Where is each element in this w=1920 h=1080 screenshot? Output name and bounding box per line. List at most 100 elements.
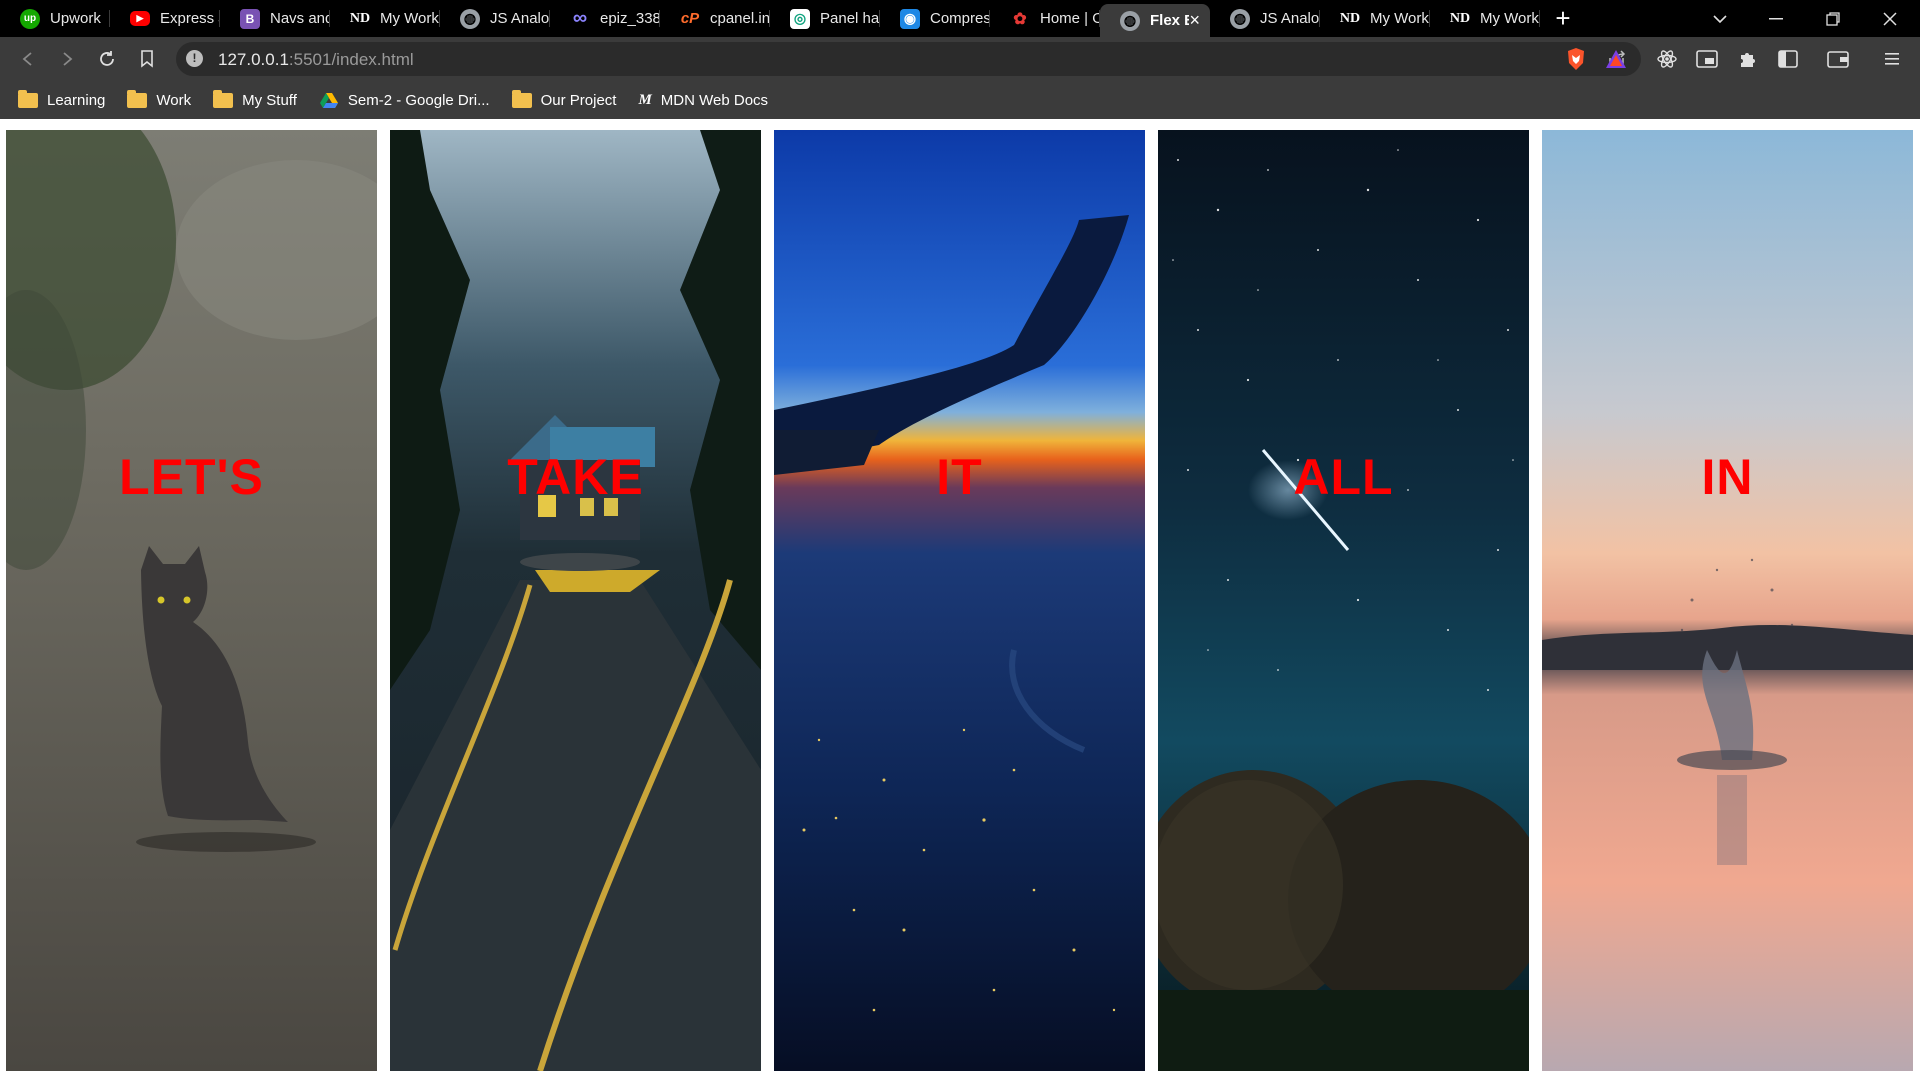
night-road-cabin-photo bbox=[390, 130, 761, 1071]
tab-label: Express JS bbox=[160, 10, 220, 27]
tab-navs[interactable]: B Navs and bbox=[220, 0, 330, 37]
bookmark-label: Work bbox=[156, 92, 192, 109]
tab-js-analog[interactable]: ◍ JS Analog bbox=[440, 0, 550, 37]
bookmark-learning[interactable]: Learning bbox=[18, 90, 106, 109]
browser-toolbar: ! 127.0.0.1:5501/index.html bbox=[0, 37, 1920, 82]
tab-search-chevron-icon[interactable] bbox=[1692, 0, 1748, 37]
tab-label: My Work| bbox=[380, 10, 440, 27]
bookmark-my-stuff[interactable]: My Stuff bbox=[213, 90, 297, 109]
panel-lets: LET'S bbox=[6, 130, 377, 1071]
globe-icon: ◍ bbox=[460, 8, 480, 29]
bookmark-our-project[interactable]: Our Project bbox=[511, 90, 617, 109]
starry-sky-hay-bales-photo bbox=[1158, 130, 1529, 1071]
folder-icon bbox=[18, 90, 38, 108]
panel-word: TAKE bbox=[507, 449, 644, 505]
bookmark-label: Our Project bbox=[540, 92, 617, 109]
tab-js-analog-2[interactable]: ◍ JS Analog bbox=[1210, 0, 1320, 37]
bookmark-label: Learning bbox=[47, 92, 106, 109]
tab-panel-han[interactable]: ◎ Panel han bbox=[770, 0, 880, 37]
panel-word: LET'S bbox=[119, 449, 264, 505]
new-tab-button[interactable]: + bbox=[1540, 3, 1586, 34]
brave-shields-icon[interactable] bbox=[1563, 46, 1589, 72]
tab-label: My Work| bbox=[1370, 10, 1430, 27]
bookmark-icon[interactable] bbox=[132, 44, 162, 74]
panel-it: IT bbox=[774, 130, 1145, 1071]
picture-in-picture-icon[interactable] bbox=[1694, 46, 1720, 72]
back-button[interactable] bbox=[13, 44, 43, 74]
reload-button[interactable] bbox=[92, 44, 122, 74]
tab-upwork[interactable]: up Upwork bbox=[0, 0, 110, 37]
react-devtools-icon[interactable] bbox=[1654, 46, 1680, 72]
tab-my-work-2[interactable]: ND My Work| bbox=[1320, 0, 1430, 37]
bookmark-label: My Stuff bbox=[242, 92, 297, 109]
site-info-icon[interactable]: ! bbox=[186, 50, 203, 67]
upwork-icon: up bbox=[20, 8, 40, 29]
tab-label: JS Analog bbox=[490, 10, 550, 27]
mdn-icon: M bbox=[638, 92, 652, 108]
url-path: :5501/index.html bbox=[288, 50, 414, 69]
bookmark-label: MDN Web Docs bbox=[660, 92, 769, 109]
minimize-button[interactable] bbox=[1748, 0, 1804, 37]
tab-home[interactable]: ✿ Home | Or bbox=[990, 0, 1100, 37]
infinity-icon: ∞ bbox=[572, 7, 588, 29]
tab-label: My Work| bbox=[1480, 10, 1540, 27]
panel-take: TAKE bbox=[390, 130, 761, 1071]
tab-label: Compress bbox=[930, 10, 990, 27]
tab-label: Upwork bbox=[50, 10, 101, 27]
nd-icon: ND bbox=[1339, 10, 1361, 26]
youtube-icon: ▶ bbox=[130, 11, 150, 26]
airplane-wing-sunset-photo bbox=[774, 130, 1145, 1071]
lake-splash-sunset-photo bbox=[1542, 130, 1913, 1071]
nd-icon: ND bbox=[349, 10, 371, 26]
tab-label: epiz_3383 bbox=[600, 10, 660, 27]
tab-strip: up Upwork ▶ Express JS B Navs and ND My … bbox=[0, 0, 1920, 37]
panel-in: IN bbox=[1542, 130, 1913, 1071]
tab-my-work-3[interactable]: ND My Work| bbox=[1430, 0, 1540, 37]
page-content: LET'S TAKE IT ALL IN bbox=[0, 123, 1920, 1080]
tab-compress[interactable]: ◉ Compress bbox=[880, 0, 990, 37]
bootstrap-icon: B bbox=[240, 8, 260, 29]
close-window-button[interactable] bbox=[1862, 0, 1918, 37]
tab-label: cpanel.inf bbox=[710, 10, 770, 27]
url-text: 127.0.0.1:5501/index.html bbox=[218, 50, 414, 70]
cpanel-icon: cP bbox=[680, 10, 700, 27]
wallet-icon[interactable] bbox=[1825, 46, 1851, 72]
bookmark-mdn[interactable]: M MDN Web Docs bbox=[638, 92, 768, 109]
panel-word: IN bbox=[1701, 449, 1754, 505]
dancer-icon: ✿ bbox=[1013, 10, 1027, 28]
tab-cpanel[interactable]: cP cpanel.inf bbox=[660, 0, 770, 37]
folder-icon bbox=[511, 90, 532, 108]
panel-all: ALL bbox=[1158, 130, 1529, 1071]
bookmarks-bar: Learning Work My Stuff Sem-2 - Google Dr… bbox=[0, 82, 1920, 119]
url-host: 127.0.0.1 bbox=[218, 50, 289, 69]
brave-rewards-icon[interactable] bbox=[1603, 46, 1629, 72]
cat-on-road-photo bbox=[6, 130, 377, 1071]
menu-icon[interactable] bbox=[1879, 46, 1905, 72]
folder-icon bbox=[127, 90, 148, 108]
tab-label: Panel han bbox=[820, 10, 880, 27]
globe-icon: ◍ bbox=[1120, 10, 1140, 31]
tab-flex-b[interactable]: ◍ Flex B × bbox=[1100, 4, 1210, 37]
bookmark-label: Sem-2 - Google Dri... bbox=[347, 92, 490, 109]
panel-word: IT bbox=[936, 449, 983, 505]
extensions-icon[interactable] bbox=[1735, 46, 1761, 72]
folder-icon bbox=[213, 90, 234, 108]
google-drive-icon bbox=[319, 92, 339, 109]
address-bar[interactable]: ! 127.0.0.1:5501/index.html bbox=[176, 42, 1641, 76]
nd-icon: ND bbox=[1449, 10, 1471, 26]
restore-button[interactable] bbox=[1805, 0, 1861, 37]
tab-label: Home | Or bbox=[1040, 10, 1100, 27]
tab-express-js[interactable]: ▶ Express JS bbox=[110, 0, 220, 37]
forward-button[interactable] bbox=[52, 44, 82, 74]
tab-my-work[interactable]: ND My Work| bbox=[330, 0, 440, 37]
tab-label: Flex B bbox=[1150, 12, 1189, 29]
tab-epiz[interactable]: ∞ epiz_3383 bbox=[550, 0, 660, 37]
sidebar-icon[interactable] bbox=[1775, 46, 1801, 72]
chatgpt-icon: ◎ bbox=[790, 8, 810, 29]
compress-icon: ◉ bbox=[900, 8, 920, 29]
bookmark-sem-2[interactable]: Sem-2 - Google Dri... bbox=[319, 92, 490, 109]
bookmark-work[interactable]: Work bbox=[127, 90, 192, 109]
tab-label: JS Analog bbox=[1260, 10, 1320, 27]
close-tab-icon[interactable]: × bbox=[1189, 10, 1200, 31]
tab-label: Navs and bbox=[270, 10, 330, 27]
